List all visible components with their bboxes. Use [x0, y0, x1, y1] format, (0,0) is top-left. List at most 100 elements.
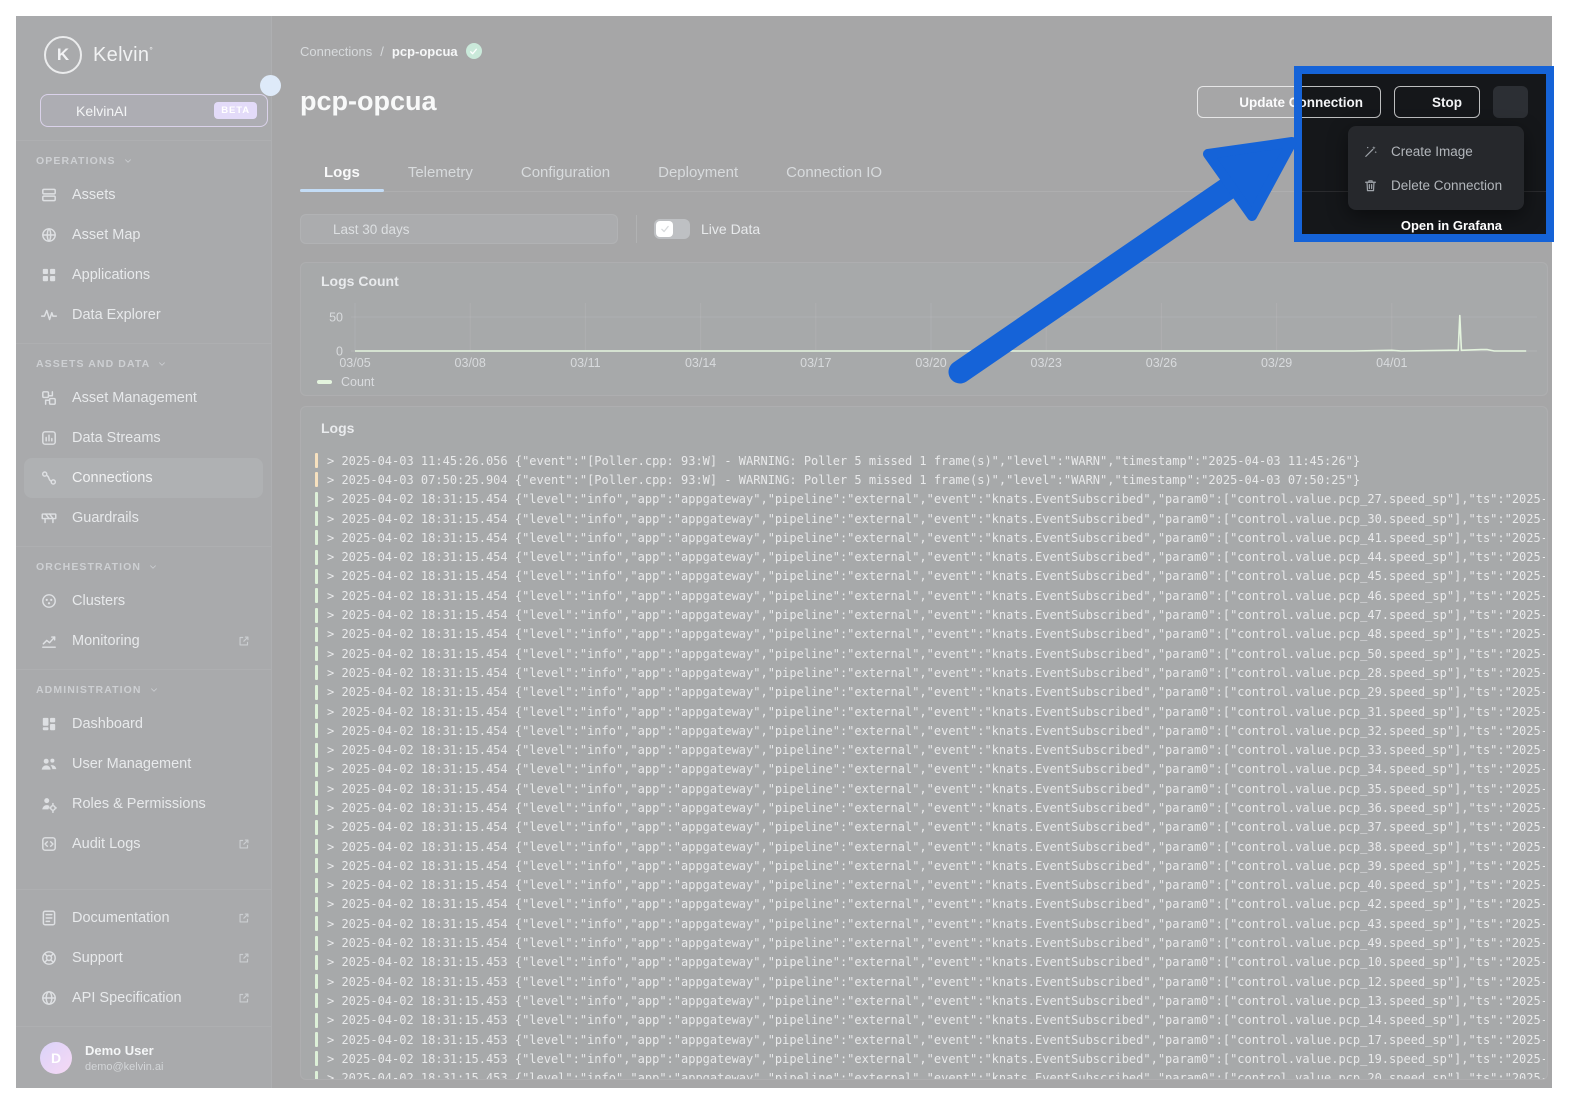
sidebar-item-assets[interactable]: Assets [24, 175, 263, 215]
sidebar-item-monitoring[interactable]: Monitoring [24, 621, 263, 661]
sidebar-item-label: Asset Map [72, 227, 141, 243]
sidebar-item-documentation[interactable]: Documentation [24, 898, 263, 938]
sidebar-section-header-operations[interactable]: OPERATIONS [24, 147, 263, 175]
date-range-select[interactable]: Last 30 days [300, 214, 618, 244]
log-line[interactable]: > 2025-04-02 18:31:15.454 {"level":"info… [315, 818, 1545, 837]
sidebar-item-data-streams[interactable]: Data Streams [24, 418, 263, 458]
log-line[interactable]: > 2025-04-02 18:31:15.453 {"level":"info… [315, 991, 1545, 1010]
log-level-bar [315, 646, 318, 662]
log-level-bar [315, 781, 318, 797]
sidebar-item-asset-management[interactable]: Asset Management [24, 378, 263, 418]
log-line[interactable]: > 2025-04-03 07:50:25.904 {"event":"[Pol… [315, 470, 1545, 489]
live-data-label: Live Data [701, 221, 761, 237]
log-line[interactable]: > 2025-04-02 18:31:15.453 {"level":"info… [315, 1069, 1545, 1079]
kelvinai-label: KelvinAI [76, 102, 128, 119]
log-line[interactable]: > 2025-04-02 18:31:15.454 {"level":"info… [315, 663, 1545, 682]
log-line[interactable]: > 2025-04-02 18:31:15.454 {"level":"info… [315, 547, 1545, 566]
beta-badge: BETA [214, 102, 257, 119]
live-data-toggle[interactable] [654, 219, 690, 239]
calendar-icon [311, 222, 325, 236]
sidebar-item-applications[interactable]: Applications [24, 255, 263, 295]
log-line[interactable]: > 2025-04-02 18:31:15.454 {"level":"info… [315, 605, 1545, 624]
log-level-bar [315, 800, 318, 816]
chevron-left-icon [265, 80, 276, 91]
log-line[interactable]: > 2025-04-02 18:31:15.453 {"level":"info… [315, 1030, 1545, 1049]
more-actions-button[interactable] [1493, 86, 1528, 118]
sidebar-item-user-management[interactable]: User Management [24, 744, 263, 784]
breadcrumb-current: pcp-opcua [391, 43, 458, 59]
stop-button[interactable]: Stop [1394, 86, 1480, 118]
brand-logo: K Kelvin° [16, 16, 271, 94]
log-line[interactable]: > 2025-04-02 18:31:15.454 {"level":"info… [315, 876, 1545, 895]
breadcrumb-parent-link[interactable]: Connections [300, 44, 372, 59]
update-connection-button[interactable]: Update Connection [1197, 86, 1381, 118]
breadcrumb: Connections / pcp-opcua [300, 43, 482, 59]
log-text: > 2025-04-02 18:31:15.453 {"level":"info… [327, 993, 1545, 1008]
sidebar-item-asset-map[interactable]: Asset Map [24, 215, 263, 255]
tab-connection-io[interactable]: Connection IO [762, 156, 906, 191]
log-text: > 2025-04-02 18:31:15.453 {"level":"info… [327, 974, 1545, 989]
sidebar-section: ASSETS AND DATA Asset Management Data Stre… [16, 343, 271, 546]
log-line[interactable]: > 2025-04-02 18:31:15.453 {"level":"info… [315, 972, 1545, 991]
log-line[interactable]: > 2025-04-02 18:31:15.453 {"level":"info… [315, 1049, 1545, 1068]
svg-text:03/26: 03/26 [1146, 356, 1177, 370]
log-line[interactable]: > 2025-04-02 18:31:15.454 {"level":"info… [315, 567, 1545, 586]
sidebar-item-label: Guardrails [72, 510, 139, 526]
sidebar-item-data-explorer[interactable]: Data Explorer [24, 295, 263, 335]
tab-deployment[interactable]: Deployment [634, 156, 762, 191]
sidebar-section-header-administration[interactable]: ADMINISTRATION [24, 676, 263, 704]
sidebar-item-kelvinai[interactable]: KelvinAI BETA [40, 94, 268, 127]
menu-item-create-image[interactable]: Create Image [1348, 134, 1524, 168]
log-line[interactable]: > 2025-04-02 18:31:15.454 {"level":"info… [315, 779, 1545, 798]
sidebar-item-clusters[interactable]: Clusters [24, 581, 263, 621]
sidebar-item-connections[interactable]: Connections [24, 458, 263, 498]
sidebar-item-api-specification[interactable]: API Specification [24, 978, 263, 1018]
sidebar-section-header-orchestration[interactable]: ORCHESTRATION [24, 553, 263, 581]
sidebar-item-roles-permissions[interactable]: Roles & Permissions [24, 784, 263, 824]
sidebar-item-dashboard[interactable]: Dashboard [24, 704, 263, 744]
log-text: > 2025-04-02 18:31:15.453 {"level":"info… [327, 1051, 1545, 1066]
log-line[interactable]: > 2025-04-02 18:31:15.454 {"level":"info… [315, 586, 1545, 605]
sidebar-item-guardrails[interactable]: Guardrails [24, 498, 263, 538]
info-icon[interactable] [363, 421, 378, 436]
log-line[interactable]: > 2025-04-02 18:31:15.454 {"level":"info… [315, 683, 1545, 702]
app-window: K Kelvin° KelvinAI BETA OPERATIONS Assets… [16, 16, 1552, 1088]
log-line[interactable]: > 2025-04-02 18:31:15.453 {"level":"info… [315, 1011, 1545, 1030]
log-line[interactable]: > 2025-04-02 18:31:15.454 {"level":"info… [315, 702, 1545, 721]
log-line[interactable]: > 2025-04-02 18:31:15.454 {"level":"info… [315, 721, 1545, 740]
log-line[interactable]: > 2025-04-02 18:31:15.454 {"level":"info… [315, 895, 1545, 914]
log-line[interactable]: > 2025-04-02 18:31:15.454 {"level":"info… [315, 837, 1545, 856]
log-level-bar [315, 858, 318, 874]
user-menu[interactable]: D Demo User demo@kelvin.ai [16, 1026, 271, 1088]
code-box-icon [40, 835, 58, 853]
tab-configuration[interactable]: Configuration [497, 156, 634, 191]
tab-logs[interactable]: Logs [300, 156, 384, 192]
log-line[interactable]: > 2025-04-02 18:31:15.454 {"level":"info… [315, 760, 1545, 779]
svg-text:03/29: 03/29 [1261, 356, 1292, 370]
sidebar-item-support[interactable]: Support [24, 938, 263, 978]
log-line[interactable]: > 2025-04-02 18:31:15.454 {"level":"info… [315, 740, 1545, 759]
chevron-down-icon [123, 156, 133, 166]
log-line[interactable]: > 2025-04-02 18:31:15.454 {"level":"info… [315, 625, 1545, 644]
sidebar-section: OPERATIONS Assets Asset Map Applications Dat… [16, 140, 271, 343]
sidebar-item-label: Asset Management [72, 390, 197, 406]
log-line[interactable]: > 2025-04-02 18:31:15.454 {"level":"info… [315, 490, 1545, 509]
log-line[interactable]: > 2025-04-02 18:31:15.454 {"level":"info… [315, 644, 1545, 663]
svg-text:0: 0 [336, 345, 343, 359]
log-line[interactable]: > 2025-04-02 18:31:15.453 {"level":"info… [315, 953, 1545, 972]
log-line[interactable]: > 2025-04-02 18:31:15.454 {"level":"info… [315, 528, 1545, 547]
log-line[interactable]: > 2025-04-02 18:31:15.454 {"level":"info… [315, 856, 1545, 875]
log-line[interactable]: > 2025-04-02 18:31:15.454 {"level":"info… [315, 798, 1545, 817]
log-line[interactable]: > 2025-04-02 18:31:15.454 {"level":"info… [315, 509, 1545, 528]
sidebar-collapse-button[interactable] [260, 75, 281, 96]
log-line[interactable]: > 2025-04-02 18:31:15.454 {"level":"info… [315, 914, 1545, 933]
sidebar-item-audit-logs[interactable]: Audit Logs [24, 824, 263, 864]
log-line[interactable]: > 2025-04-02 18:31:15.454 {"level":"info… [315, 933, 1545, 952]
menu-item-delete-connection[interactable]: Delete Connection [1348, 168, 1524, 202]
external-link-icon [237, 634, 251, 648]
tab-telemetry[interactable]: Telemetry [384, 156, 497, 191]
log-text: > 2025-04-02 18:31:15.454 {"level":"info… [327, 704, 1545, 719]
sidebar-section-header-assets-and-data[interactable]: ASSETS AND DATA [24, 350, 263, 378]
open-in-grafana-link[interactable]: Open in Grafana [1378, 218, 1502, 233]
log-line[interactable]: > 2025-04-03 11:45:26.056 {"event":"[Pol… [315, 451, 1545, 470]
